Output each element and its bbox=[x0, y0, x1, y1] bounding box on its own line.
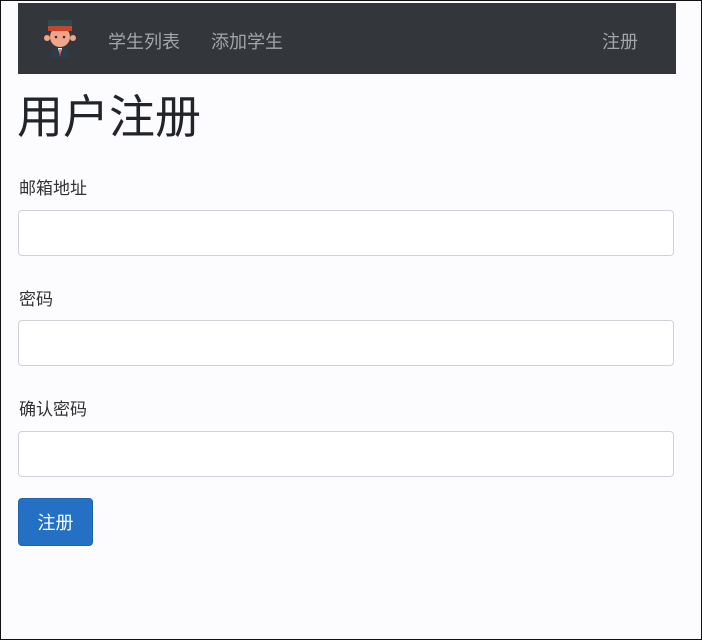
email-label: 邮箱地址 bbox=[19, 179, 87, 199]
register-button[interactable]: 注册 bbox=[18, 498, 93, 546]
email-input[interactable] bbox=[18, 210, 674, 256]
student-avatar-icon[interactable] bbox=[38, 18, 82, 60]
password-label: 密码 bbox=[19, 290, 53, 310]
confirm-password-label: 确认密码 bbox=[19, 400, 87, 420]
confirm-password-input[interactable] bbox=[18, 431, 674, 477]
navbar: 学生列表 添加学生 注册 bbox=[18, 3, 676, 74]
nav-link-register[interactable]: 注册 bbox=[602, 28, 638, 54]
password-input[interactable] bbox=[18, 320, 674, 366]
nav-link-add-student[interactable]: 添加学生 bbox=[211, 28, 283, 54]
nav-link-student-list[interactable]: 学生列表 bbox=[108, 28, 180, 54]
page-title: 用户注册 bbox=[17, 90, 201, 144]
